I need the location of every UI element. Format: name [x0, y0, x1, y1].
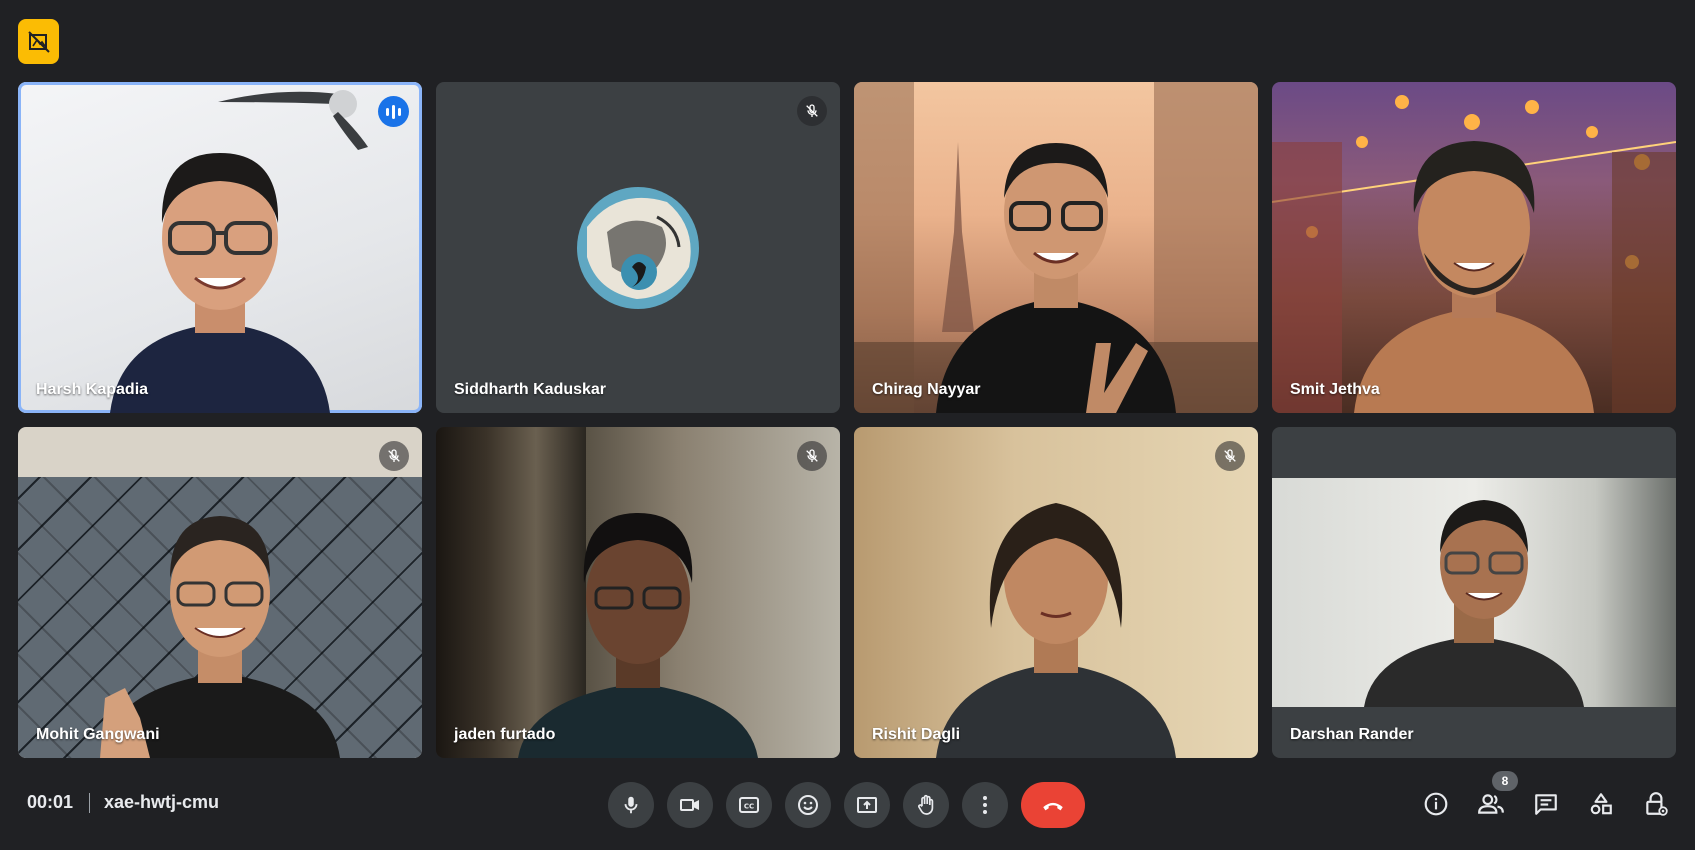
mic-off-indicator [1215, 441, 1245, 471]
participant-grid: Harsh Kapadia Siddharth Kaduskar Chirag … [18, 82, 1677, 758]
participant-video [100, 516, 340, 758]
avatar [577, 186, 699, 309]
raise-hand-icon [918, 794, 934, 815]
meeting-code: xae-hwtj-cmu [104, 792, 220, 812]
svg-text:CC: CC [744, 803, 754, 811]
emoji-button[interactable] [785, 782, 831, 828]
end-call-icon [1043, 802, 1063, 811]
mic-off-icon [1224, 449, 1236, 462]
participant-video [1354, 141, 1594, 413]
recording-disabled-badge[interactable] [18, 19, 59, 64]
participant-tile[interactable]: Darshan Rander [1272, 427, 1676, 758]
camera-icon [680, 799, 699, 811]
more-options-button[interactable] [962, 782, 1008, 828]
participant-video [110, 153, 330, 413]
participant-tile[interactable]: Harsh Kapadia [18, 82, 422, 413]
participant-tile[interactable]: Smit Jethva [1272, 82, 1676, 413]
participant-name: Rishit Dagli [872, 726, 961, 743]
participant-name: Smit Jethva [1290, 381, 1380, 398]
speaking-indicator [378, 96, 409, 127]
mic-off-icon [388, 449, 400, 462]
captions-icon: CC [739, 797, 759, 813]
people-icon [1478, 794, 1504, 814]
activities-icon [1590, 793, 1612, 815]
call-controls: CC [608, 782, 1085, 828]
divider [89, 793, 90, 813]
participant-name: jaden furtado [454, 726, 556, 743]
activities-button[interactable] [1587, 790, 1615, 818]
mic-off-icon [806, 449, 818, 462]
participant-video [936, 143, 1176, 413]
present-screen-button[interactable] [844, 782, 890, 828]
participant-tile[interactable]: Siddharth Kaduskar [436, 82, 840, 413]
participant-video [1272, 478, 1676, 707]
mic-off-indicator [379, 441, 409, 471]
present-screen-icon [857, 797, 877, 813]
microphone-icon [624, 796, 638, 814]
meeting-info-button[interactable] [1422, 790, 1450, 818]
participant-tile[interactable]: jaden furtado [436, 427, 840, 758]
participant-name: Chirag Nayyar [872, 381, 981, 398]
no-recording-icon [27, 30, 50, 53]
more-options-icon [983, 796, 987, 814]
microphone-button[interactable] [608, 782, 654, 828]
captions-button[interactable]: CC [726, 782, 772, 828]
meeting-details-controls: 8 [1422, 771, 1670, 818]
participant-name: Siddharth Kaduskar [454, 381, 607, 398]
participant-name: Darshan Rander [1290, 726, 1414, 743]
bottom-toolbar: 00:01 xae-hwtj-cmu CC 8 [0, 768, 1695, 838]
mic-off-icon [806, 104, 818, 117]
meeting-clock: 00:01 [27, 792, 74, 812]
camera-button[interactable] [667, 782, 713, 828]
participant-count-badge: 8 [1492, 771, 1518, 791]
info-icon [1424, 792, 1448, 816]
people-button[interactable]: 8 [1477, 771, 1518, 818]
host-controls-icon [1646, 792, 1668, 816]
host-controls-button[interactable] [1642, 790, 1670, 818]
mic-off-indicator [797, 441, 827, 471]
participant-video [936, 503, 1176, 758]
chat-button[interactable] [1532, 790, 1560, 818]
participant-tile[interactable]: Rishit Dagli [854, 427, 1258, 758]
participant-name: Mohit Gangwani [36, 726, 160, 743]
participant-name: Harsh Kapadia [36, 381, 149, 398]
mic-off-indicator [797, 96, 827, 126]
participant-video [518, 513, 758, 758]
emoji-icon [798, 795, 818, 815]
participant-tile[interactable]: Mohit Gangwani [18, 427, 422, 758]
end-call-button[interactable] [1021, 782, 1085, 828]
participant-tile[interactable]: Chirag Nayyar [854, 82, 1258, 413]
raise-hand-button[interactable] [903, 782, 949, 828]
chat-icon [1535, 794, 1557, 815]
